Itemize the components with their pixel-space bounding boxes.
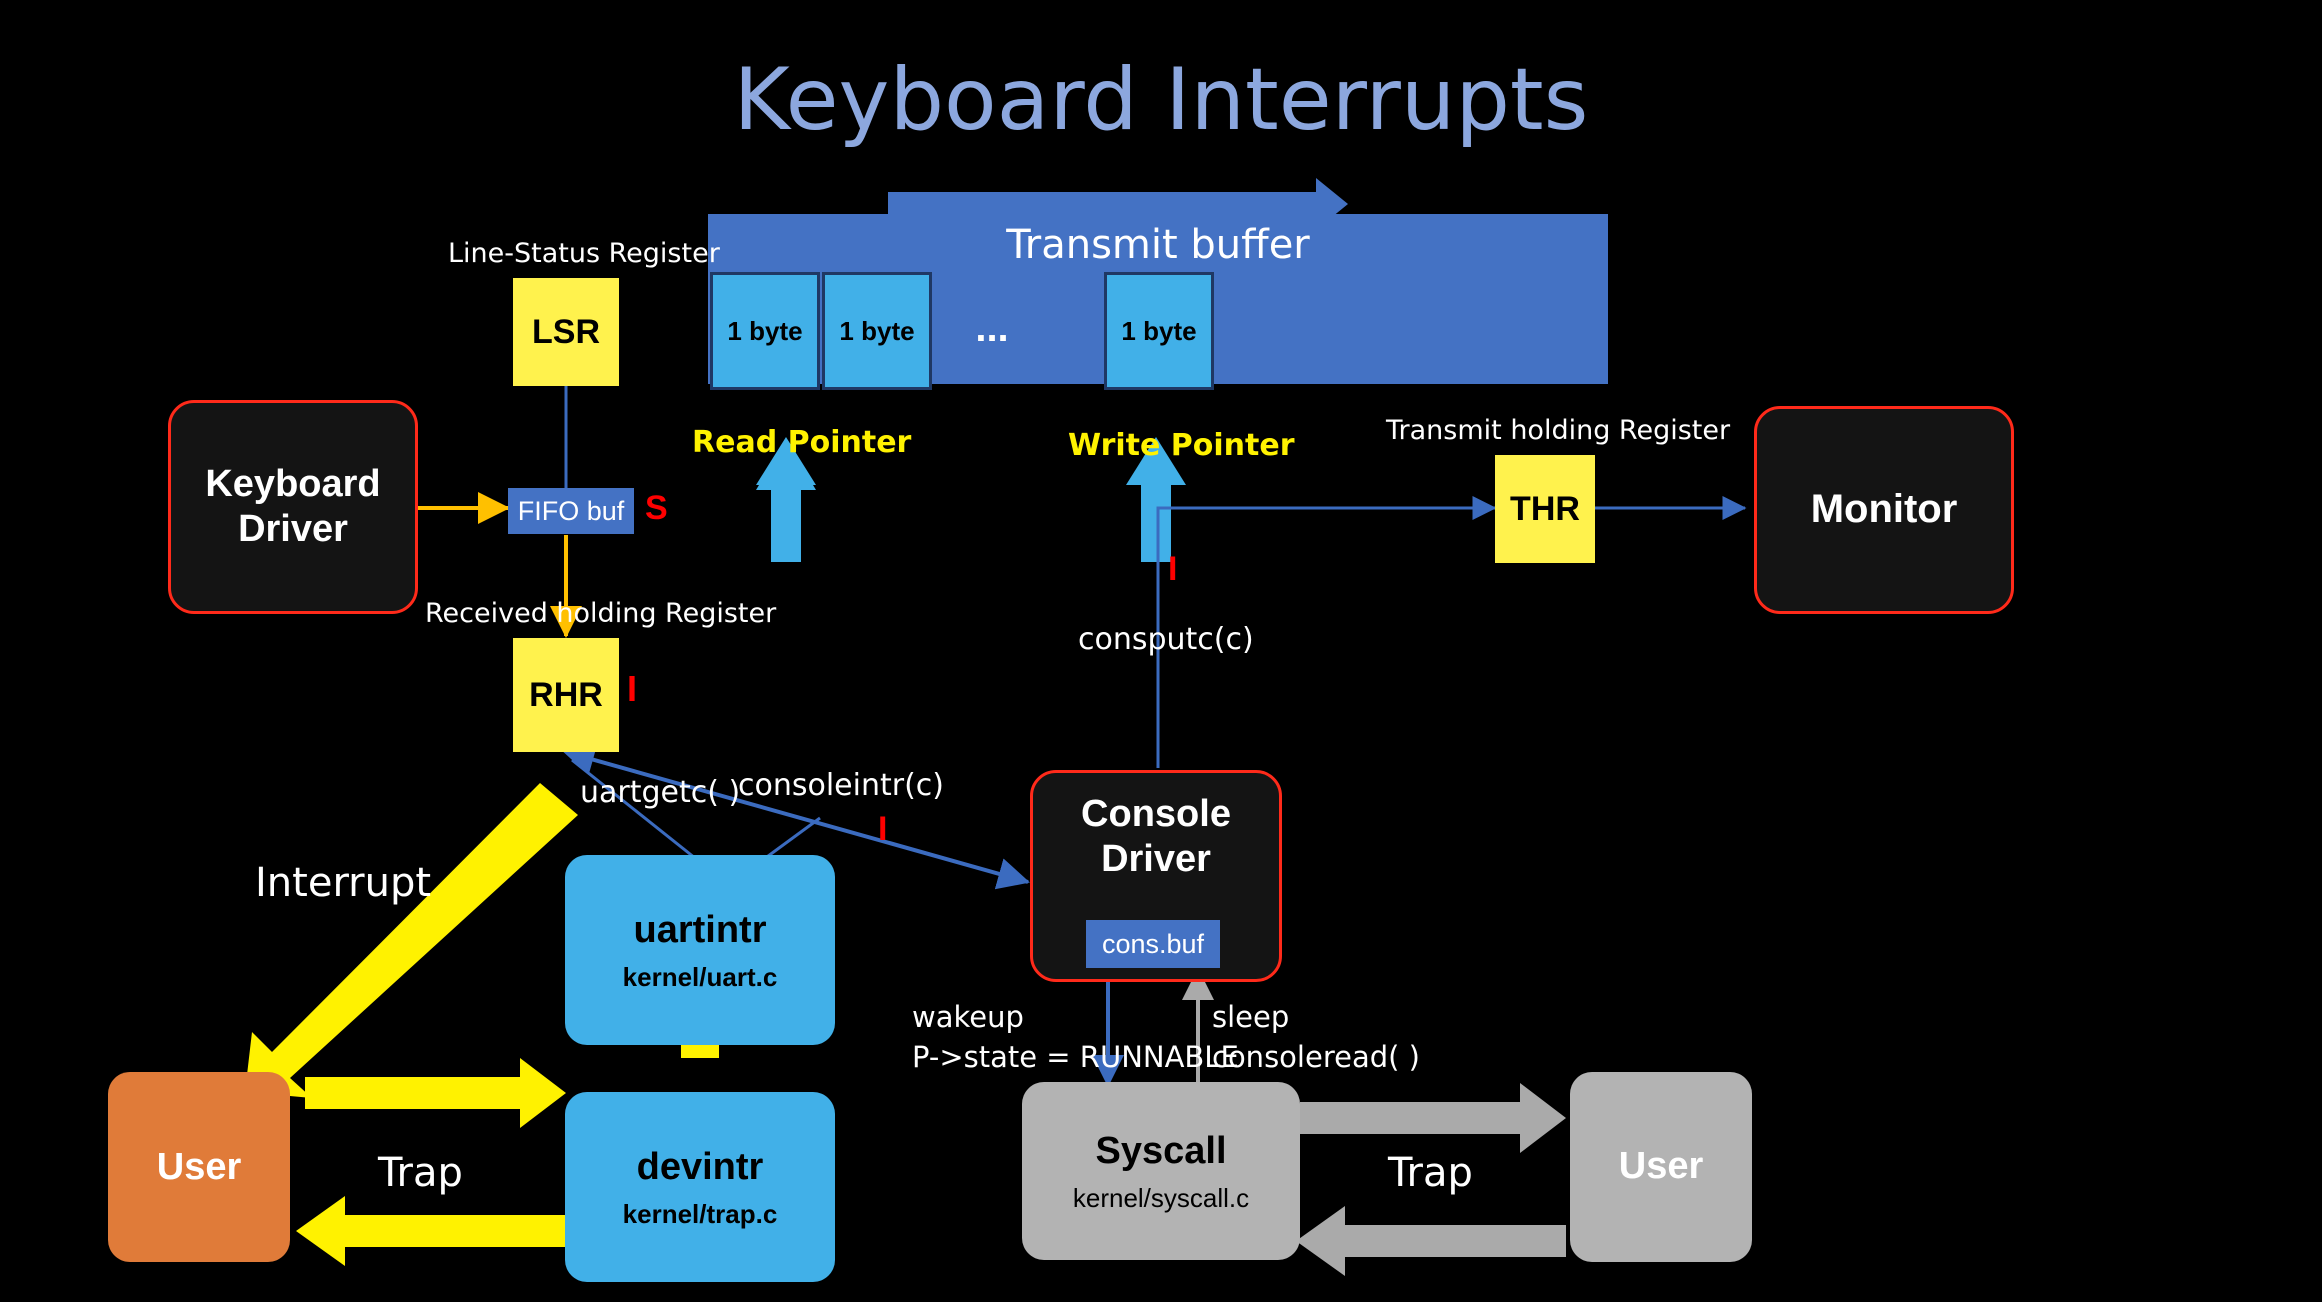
- devintr-node: devintr kernel/trap.c: [565, 1092, 835, 1282]
- syscall-label: Syscall: [1095, 1130, 1227, 1172]
- devintr-sub: kernel/trap.c: [622, 1198, 778, 1229]
- lsr-register: LSR: [513, 278, 619, 386]
- rhr-register: RHR: [513, 638, 619, 752]
- read-pointer-label: Read Pointer: [692, 425, 912, 460]
- transmit-buffer-cell: 1 byte: [822, 272, 932, 390]
- transmit-buffer-title: Transmit buffer: [1006, 222, 1310, 268]
- cons-buf: cons.buf: [1086, 920, 1220, 968]
- user-left-node: User: [108, 1072, 290, 1262]
- monitor-node: Monitor: [1754, 406, 2014, 614]
- console-driver-label-line1: Console: [1081, 793, 1231, 836]
- rhr-caption: Received holding Register: [425, 598, 777, 629]
- sleep-label-line2: consoleread( ): [1212, 1040, 1420, 1074]
- lsr-caption: Line-Status Register: [448, 238, 720, 269]
- consoleintr-mark: I: [878, 810, 888, 848]
- interrupt-arrow: [245, 783, 578, 1098]
- console-driver-label-line2: Driver: [1101, 838, 1211, 880]
- keyboard-driver-node: Keyboard Driver: [168, 400, 418, 614]
- wakeup-label-line1: wakeup: [912, 1000, 1024, 1034]
- transmit-buffer-cell: 1 byte: [1104, 272, 1214, 390]
- transmit-buffer-cell: 1 byte: [710, 272, 820, 390]
- trap-right-label: Trap: [1388, 1150, 1473, 1196]
- uartintr-node: uartintr kernel/uart.c: [565, 855, 835, 1045]
- write-pointer-label: Write Pointer: [1068, 428, 1295, 463]
- wakeup-label-line2: P->state = RUNNABLE: [912, 1040, 1239, 1074]
- uartintr-label: uartintr: [633, 909, 767, 951]
- trap-user-to-devintr-arrow: [305, 1058, 566, 1128]
- trap-user-to-syscall-arrow: [1296, 1206, 1566, 1276]
- thr-caption: Transmit holding Register: [1386, 415, 1731, 446]
- syscall-node: Syscall kernel/syscall.c: [1022, 1082, 1300, 1260]
- fifo-buf: FIFO buf: [508, 488, 634, 534]
- interrupt-label: Interrupt: [255, 860, 432, 906]
- page-title: Keyboard Interrupts: [733, 50, 1589, 150]
- thr-register: THR: [1495, 455, 1595, 563]
- user-right-node: User: [1570, 1072, 1752, 1262]
- keyboard-driver-label-line1: Keyboard: [205, 463, 381, 506]
- uartgetc-label: uartgetc( ): [580, 775, 741, 810]
- uartintr-sub: kernel/uart.c: [622, 961, 778, 992]
- trap-devintr-to-user-arrow: [296, 1196, 566, 1266]
- consputc-label: consputc(c): [1078, 622, 1254, 657]
- consoleintr-label: consoleintr(c): [738, 768, 944, 803]
- devintr-label: devintr: [636, 1146, 764, 1188]
- sleep-label-line1: sleep: [1212, 1000, 1290, 1034]
- syscall-sub: kernel/syscall.c: [1072, 1182, 1250, 1213]
- fifo-buf-mark: S: [645, 489, 668, 527]
- keyboard-driver-label-line2: Driver: [238, 508, 348, 550]
- rhr-mark: I: [627, 668, 638, 709]
- diagram-canvas: Keyboard Interrupts Transmit buffer 1 by…: [0, 0, 2322, 1302]
- consputc-mark: I: [1168, 550, 1178, 588]
- transmit-buffer-ellipsis: ...: [975, 305, 1009, 350]
- trap-left-label: Trap: [378, 1150, 463, 1196]
- trap-syscall-to-user-arrow: [1300, 1083, 1566, 1153]
